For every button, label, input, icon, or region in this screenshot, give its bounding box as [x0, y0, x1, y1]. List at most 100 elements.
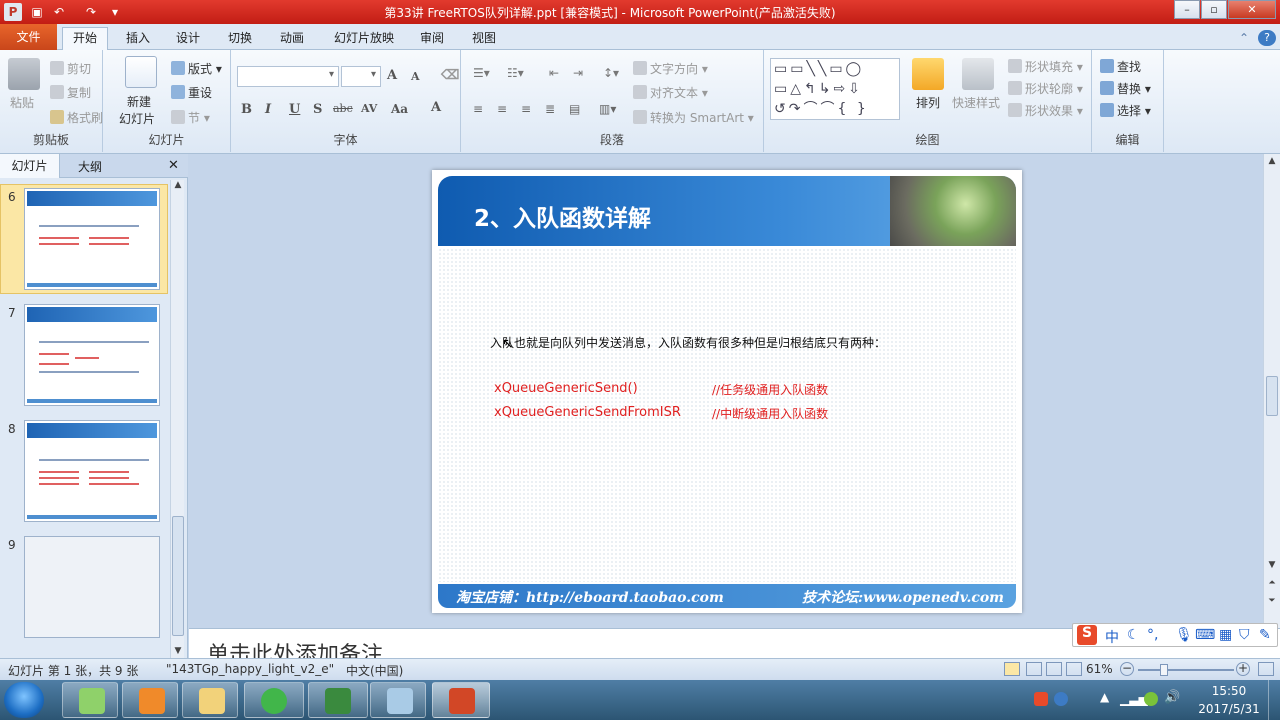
editor-scroll-thumb[interactable]: [1266, 376, 1278, 416]
pane-scrollbar[interactable]: ▲ ▼: [170, 180, 184, 658]
shapes-gallery[interactable]: ▭▭╲╲▭◯ ▭△↰↳⇨⇩ ↺↷⌒⌒{ }: [770, 58, 900, 120]
slide-body[interactable]: 入队也就是向队列中发送消息，入队函数有很多种但是归根结底只有两种： xQueue…: [438, 248, 1016, 582]
tray-help-icon[interactable]: [1054, 692, 1068, 706]
tab-view[interactable]: 视图: [464, 28, 504, 50]
fit-to-window-icon[interactable]: [1258, 662, 1274, 676]
tab-design[interactable]: 设计: [168, 28, 208, 50]
tab-animations[interactable]: 动画: [272, 28, 312, 50]
zoom-level[interactable]: 61%: [1086, 662, 1113, 676]
tray-app-icon[interactable]: [1144, 692, 1158, 706]
shirt-icon[interactable]: ⛉: [1239, 627, 1250, 643]
reading-view-icon[interactable]: [1046, 662, 1062, 676]
scroll-down-icon[interactable]: ▼: [1266, 560, 1278, 570]
ime-language-icon[interactable]: 中: [1105, 627, 1119, 647]
text-direction-button[interactable]: 文字方向 ▾: [633, 60, 708, 77]
scroll-down-icon[interactable]: ▼: [172, 646, 184, 658]
tab-transitions[interactable]: 切换: [220, 28, 260, 50]
shape-effects-button[interactable]: 形状效果 ▾: [1008, 102, 1083, 119]
thumbnail-slide-7[interactable]: [24, 304, 160, 406]
tab-file[interactable]: 文件: [0, 24, 57, 50]
increase-indent-icon[interactable]: ⇥: [573, 66, 583, 80]
distribute-icon[interactable]: ▤: [569, 102, 580, 116]
smartart-button[interactable]: 转换为 SmartArt ▾: [633, 109, 754, 126]
wrench-icon[interactable]: ✎: [1259, 627, 1271, 643]
microphone-icon[interactable]: 🎙: [1175, 627, 1193, 643]
align-right-icon[interactable]: ≡: [521, 102, 531, 116]
zoom-slider-thumb[interactable]: [1160, 664, 1168, 676]
function-comment[interactable]: //任务级通用入队函数: [712, 381, 828, 398]
bullets-icon[interactable]: ☰▾: [473, 66, 490, 80]
thumbnail-slide-8[interactable]: [24, 420, 160, 522]
customize-qat-icon[interactable]: ▾: [106, 3, 124, 21]
next-slide-icon[interactable]: ⏷: [1266, 596, 1278, 606]
shadow-button[interactable]: S: [313, 102, 322, 117]
align-center-icon[interactable]: ≡: [497, 102, 507, 116]
arrange-icon[interactable]: [912, 58, 944, 90]
font-size-select[interactable]: ▾: [341, 66, 381, 87]
zoom-slider-track[interactable]: [1138, 669, 1234, 671]
new-slide-label[interactable]: 幻灯片: [119, 110, 155, 127]
shrink-font-button[interactable]: A: [411, 70, 420, 83]
show-desktop-button[interactable]: [1268, 680, 1280, 720]
font-color-button[interactable]: A: [431, 100, 441, 115]
layout-button[interactable]: 版式 ▾: [171, 60, 222, 77]
minimize-button[interactable]: –: [1174, 0, 1200, 19]
underline-button[interactable]: U: [289, 102, 300, 117]
grow-font-button[interactable]: A: [387, 68, 397, 83]
align-text-button[interactable]: 对齐文本 ▾: [633, 84, 708, 101]
copy-button[interactable]: 复制: [50, 84, 91, 101]
italic-button[interactable]: I: [265, 102, 271, 117]
taskbar-vs[interactable]: [308, 682, 368, 718]
normal-view-icon[interactable]: [1004, 662, 1020, 676]
new-slide-button[interactable]: 新建: [127, 93, 151, 110]
tray-expand-icon[interactable]: ▲: [1100, 690, 1109, 704]
section-button[interactable]: 节 ▾: [171, 109, 210, 126]
char-spacing-button[interactable]: AV: [361, 102, 377, 115]
scroll-up-icon[interactable]: ▲: [1266, 156, 1278, 166]
tab-home[interactable]: 开始: [62, 27, 108, 51]
justify-icon[interactable]: ≣: [545, 102, 555, 116]
paste-button[interactable]: 粘贴: [10, 94, 34, 111]
numbering-icon[interactable]: ☷▾: [507, 66, 524, 80]
decrease-indent-icon[interactable]: ⇤: [549, 66, 559, 80]
language-indicator[interactable]: 中文(中国): [346, 662, 403, 679]
thumbnail-slide-6[interactable]: [24, 188, 160, 290]
restore-button[interactable]: ▫: [1201, 0, 1227, 19]
reset-button[interactable]: 重设: [171, 84, 212, 101]
new-slide-icon[interactable]: [125, 56, 157, 88]
quick-styles-icon[interactable]: [962, 58, 994, 90]
font-name-select[interactable]: ▾: [237, 66, 339, 87]
start-orb[interactable]: [4, 682, 44, 718]
taskbar-notepad[interactable]: [370, 682, 426, 718]
shape-fill-button[interactable]: 形状填充 ▾: [1008, 58, 1083, 75]
paste-icon[interactable]: [8, 58, 40, 90]
align-left-icon[interactable]: ≡: [473, 102, 483, 116]
zoom-in-button[interactable]: +: [1236, 662, 1250, 676]
function-name[interactable]: xQueueGenericSendFromISR: [494, 405, 681, 420]
change-case-button[interactable]: Aa: [391, 102, 408, 116]
columns-icon[interactable]: ▥▾: [599, 102, 616, 116]
pane-scroll-thumb[interactable]: [172, 516, 184, 636]
slide-title[interactable]: 2、入队函数详解: [474, 199, 651, 233]
function-comment[interactable]: //中断级通用入队函数: [712, 405, 828, 422]
thumbnail-slide-9[interactable]: [24, 536, 160, 638]
redo-icon[interactable]: ↷: [82, 3, 100, 21]
sogou-icon[interactable]: S: [1077, 625, 1097, 645]
taskbar-notepadpp[interactable]: [62, 682, 118, 718]
slide-canvas[interactable]: 2、入队函数详解 入队也就是向队列中发送消息，入队函数有很多种但是归根结底只有两…: [432, 170, 1022, 613]
scroll-up-icon[interactable]: ▲: [172, 180, 184, 192]
keyboard-icon[interactable]: ⌨: [1195, 627, 1215, 643]
tab-insert[interactable]: 插入: [118, 28, 158, 50]
sorter-view-icon[interactable]: [1026, 662, 1042, 676]
moon-icon[interactable]: ☾: [1127, 627, 1140, 643]
taskbar-foxit[interactable]: [122, 682, 178, 718]
help-icon[interactable]: ?: [1258, 30, 1276, 46]
slideshow-view-icon[interactable]: [1066, 662, 1082, 676]
clock-time[interactable]: 15:50: [1206, 684, 1252, 698]
line-spacing-icon[interactable]: ↕▾: [603, 66, 619, 80]
arrange-button[interactable]: 排列: [916, 94, 940, 111]
slide-intro-text[interactable]: 入队也就是向队列中发送消息，入队函数有很多种但是归根结底只有两种：: [490, 334, 886, 351]
tab-slides-pane[interactable]: 幻灯片: [0, 154, 60, 178]
prev-slide-icon[interactable]: ⏶: [1266, 578, 1278, 588]
tab-review[interactable]: 审阅: [412, 28, 452, 50]
